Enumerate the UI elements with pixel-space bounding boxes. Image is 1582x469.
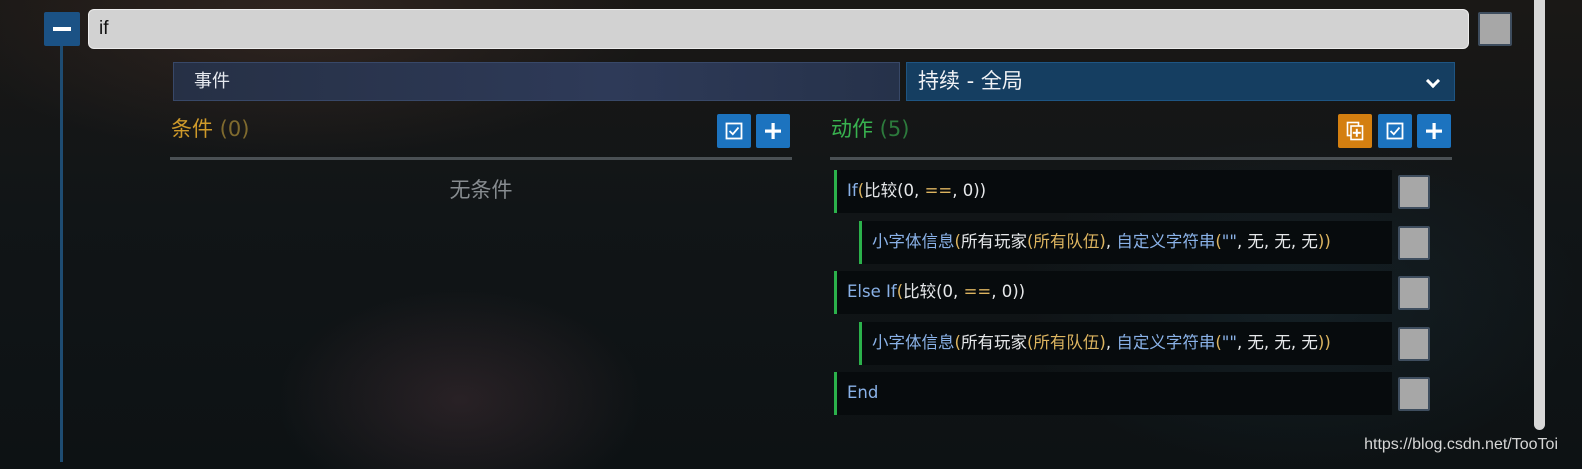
plus-icon [1426,123,1442,139]
event-type-value: 持续 - 全局 [918,69,1023,93]
action-token: (所有队伍) [1026,333,1106,352]
action-select-checkbox[interactable] [1398,175,1430,209]
add-action-button[interactable] [1417,114,1451,148]
action-token: (所有队伍) [1026,232,1106,251]
minus-icon [53,27,71,31]
action-select-checkbox[interactable] [1398,377,1430,411]
action-token: == [924,181,953,200]
conditions-count: (0) [213,117,250,141]
chevron-down-icon [1425,73,1441,89]
action-token: If [847,181,858,200]
action-token: 比较 [903,282,937,301]
action-select-checkbox[interactable] [1398,327,1430,361]
no-conditions-text: 无条件 [449,178,513,202]
rule-select-checkbox[interactable] [1478,12,1512,46]
action-row[interactable]: If(比较(0, ==, 0)) [834,170,1392,213]
plus-icon [765,123,781,139]
action-row[interactable]: 小字体信息(所有玩家(所有队伍), 自定义字符串("", 无, 无, 无)) [859,322,1392,365]
action-token: (0, [897,181,925,200]
action-token: , 无, 无, 无 [1236,333,1318,352]
action-token: End [847,383,879,402]
action-token: 比较 [864,181,898,200]
action-row[interactable]: Else If(比较(0, ==, 0)) [834,271,1392,314]
rule-title-input[interactable] [88,9,1469,49]
conditions-title: 条件 [171,117,213,141]
conditions-toggle-all-button[interactable] [717,114,751,148]
action-token: , [1105,232,1117,251]
checkbox-icon [725,122,743,140]
action-token: )) [1317,333,1331,352]
action-token: , 0)) [991,282,1026,301]
conditions-divider [170,157,792,160]
collapse-rule-button[interactable] [44,12,80,46]
action-row[interactable]: 小字体信息(所有玩家(所有队伍), 自定义字符串("", 无, 无, 无)) [859,221,1392,264]
actions-divider [830,157,1452,160]
action-token: , 无, 无, 无 [1236,232,1318,251]
action-token: 自定义字符串 [1116,333,1216,352]
action-token: , 0)) [952,181,987,200]
event-label: 事件 [173,62,900,101]
conditions-header: 条件 (0) [171,114,249,144]
paste-action-button[interactable] [1338,114,1372,148]
scrollbar[interactable] [1534,0,1545,430]
add-condition-button[interactable] [756,114,790,148]
action-token: "" [1221,333,1237,352]
action-token: 自定义字符串 [1116,232,1216,251]
action-token: 所有玩家 [960,232,1027,251]
paste-icon [1346,121,1364,141]
watermark-text: https://blog.csdn.net/TooToi [1364,436,1558,453]
event-type-dropdown[interactable]: 持续 - 全局 [906,62,1455,101]
action-select-checkbox[interactable] [1398,226,1430,260]
tree-connector-line [60,46,63,462]
action-token: "" [1221,232,1237,251]
action-row[interactable]: End [834,372,1392,415]
actions-count: (5) [873,117,910,141]
action-token: 所有玩家 [960,333,1027,352]
action-token: 小字体信息 [872,232,955,251]
checkbox-icon [1386,122,1404,140]
action-token: == [963,282,992,301]
actions-toggle-all-button[interactable] [1378,114,1412,148]
action-token: 小字体信息 [872,333,955,352]
action-token: , [1105,333,1117,352]
action-token: )) [1317,232,1331,251]
action-token: Else If [847,282,897,301]
action-select-checkbox[interactable] [1398,276,1430,310]
action-token: (0, [936,282,964,301]
actions-title: 动作 [831,117,873,141]
actions-header: 动作 (5) [831,114,909,144]
